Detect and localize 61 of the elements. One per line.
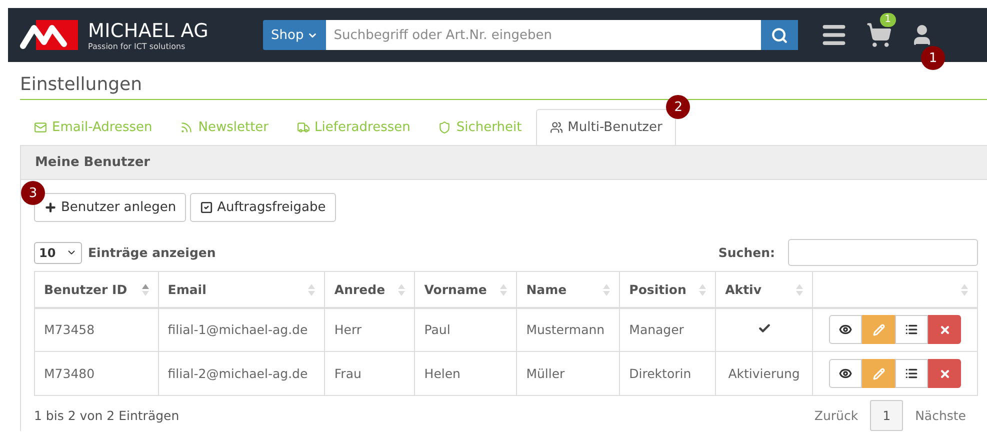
tab[interactable]: Multi-Benutzer [536, 109, 676, 145]
list-icon [905, 367, 918, 380]
column-header[interactable]: Name [526, 282, 567, 297]
next-link[interactable]: Nächste [903, 408, 978, 423]
table-search-field[interactable] [788, 239, 978, 266]
table-cell: M73458 [44, 322, 95, 338]
table-cell: Paul [424, 322, 450, 338]
table-cell: Direktorin [629, 366, 692, 381]
table-cell: filial-1@michael-ag.de [168, 322, 308, 338]
search-field[interactable]: Suchbegriff oder Art.Nr. eingeben [326, 20, 761, 50]
users-icon [550, 121, 563, 134]
search-button[interactable] [761, 20, 798, 50]
search-label: Suchen: [718, 245, 775, 260]
sort-icon[interactable] [142, 284, 149, 296]
list-icon [905, 323, 918, 336]
table-cell: Frau [334, 366, 362, 381]
cart-icon[interactable] [866, 22, 892, 48]
table-cell: Manager [629, 322, 684, 338]
list-button[interactable] [895, 315, 928, 344]
close-icon [938, 324, 951, 336]
search-icon [771, 26, 788, 44]
checkbox-icon [200, 201, 214, 214]
mail-icon [34, 121, 47, 134]
pencil-icon [872, 324, 885, 336]
previous-link[interactable]: Zurück [802, 408, 870, 423]
pencil-icon [872, 368, 885, 380]
close-icon [938, 368, 951, 380]
table-cell: Herr [334, 322, 362, 338]
eye-icon [839, 323, 852, 336]
panel-heading: Meine Benutzer [21, 145, 987, 180]
brand-tagline: Passion for ICT solutions [88, 42, 186, 50]
table-cell: M73480 [44, 366, 95, 381]
plus-icon [44, 201, 57, 214]
page-button[interactable]: 1 [870, 400, 904, 431]
table-cell: Mustermann [526, 322, 605, 338]
view-button[interactable] [829, 359, 862, 388]
table-cell: Müller [526, 366, 565, 381]
brand-name: MICHAEL AG [88, 20, 209, 42]
page-title: Einstellungen [20, 74, 987, 100]
cart-count: 1 [880, 13, 896, 27]
page-length-label: Einträge anzeigen [88, 245, 216, 260]
shop-dropdown[interactable]: Shop [263, 20, 326, 50]
view-button[interactable] [829, 315, 862, 344]
delete-button[interactable] [928, 315, 962, 344]
shield-icon [438, 121, 452, 134]
step-marker: 1 [921, 46, 945, 70]
list-button[interactable] [895, 359, 928, 388]
truck-icon [296, 121, 310, 134]
logo-icon [20, 20, 78, 50]
column-header[interactable]: Email [168, 282, 206, 297]
rss-icon [180, 121, 194, 134]
table-cell: filial-2@michael-ag.de [168, 366, 308, 381]
table-info: 1 bis 2 von 2 Einträgen [34, 408, 180, 423]
column-header[interactable]: Aktiv [725, 282, 762, 297]
action-button[interactable]: Auftragsfreigabe [190, 193, 336, 222]
step-marker: 3 [21, 181, 45, 205]
delete-button[interactable] [928, 359, 962, 388]
page-length-select[interactable]: 10 [34, 242, 82, 264]
table-cell: Helen [424, 366, 460, 381]
step-marker: 2 [666, 95, 690, 119]
eye-icon [839, 367, 852, 380]
